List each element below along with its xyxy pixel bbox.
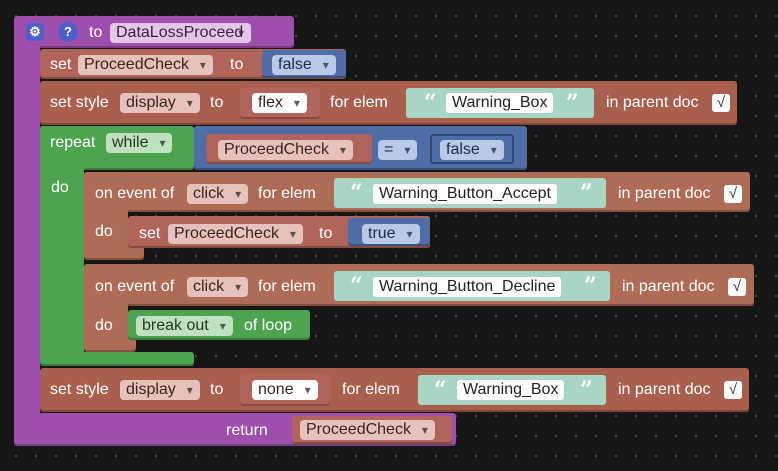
set-style-label: set style	[50, 381, 109, 398]
repeat-while-bottom	[40, 352, 194, 366]
gear-icon[interactable]: ⚙	[26, 23, 44, 41]
repeat-while-spine	[40, 126, 84, 366]
event-in-parent-label: in parent doc	[622, 278, 715, 295]
repeat-do-label: do	[51, 179, 69, 196]
set-to-label: to	[319, 225, 333, 242]
compare-operator-dropdown[interactable]: =	[378, 140, 418, 160]
set-style-label: set style	[50, 94, 109, 111]
return-label: return	[226, 422, 268, 439]
event-type-dropdown-decline[interactable]: click	[187, 277, 249, 297]
style-value-dropdown[interactable]: flex	[252, 93, 307, 113]
text-field-decline[interactable]: Warning_Button_Decline	[373, 277, 562, 297]
of-loop-label: of loop	[244, 317, 293, 334]
on-event-label: on event of	[95, 278, 175, 295]
style-property-dropdown[interactable]: display	[120, 380, 200, 400]
help-icon[interactable]: ?	[58, 22, 78, 42]
for-elem-label: for elem	[342, 381, 400, 398]
quote-open-icon: “	[350, 180, 363, 206]
set-variable-dropdown[interactable]: ProceedCheck	[168, 224, 303, 244]
compare-left-variable-dropdown[interactable]: ProceedCheck	[218, 140, 353, 160]
in-parent-doc-label: in parent doc	[606, 94, 699, 111]
in-parent-doc-label: in parent doc	[618, 381, 711, 398]
event-accept-do-label: do	[95, 223, 113, 240]
in-parent-checkbox[interactable]: √	[712, 94, 730, 112]
set-label: set	[50, 56, 72, 73]
return-variable-dropdown[interactable]: ProceedCheck	[300, 420, 435, 440]
repeat-mode-dropdown[interactable]: while	[106, 133, 173, 153]
style-to-label: to	[210, 94, 224, 111]
event-decline-do-label: do	[95, 317, 113, 334]
set-to-label: to	[230, 56, 244, 73]
event-decline-bottom	[84, 338, 136, 352]
set-variable-dropdown[interactable]: ProceedCheck	[78, 55, 213, 75]
event-accept-checkbox[interactable]: √	[724, 185, 742, 203]
event-for-elem-label: for elem	[258, 278, 316, 295]
style-value-dropdown[interactable]: none	[252, 380, 318, 400]
on-event-label: on event of	[95, 185, 175, 202]
procedure-name-field[interactable]: DataLossProceed	[110, 23, 252, 43]
flow-control-dropdown[interactable]: break out	[136, 316, 233, 336]
quote-close-icon: ”	[580, 377, 593, 403]
event-in-parent-label: in parent doc	[618, 185, 711, 202]
quote-close-icon: ”	[584, 273, 597, 299]
repeat-label: repeat	[50, 134, 96, 151]
quote-open-icon: “	[424, 90, 437, 116]
boolean-dropdown-true[interactable]: true	[362, 224, 420, 244]
set-label: set	[139, 225, 161, 242]
text-field-warning-box[interactable]: Warning_Box	[446, 93, 554, 113]
compare-right-boolean-dropdown[interactable]: false	[440, 140, 504, 160]
in-parent-checkbox[interactable]: √	[724, 381, 742, 399]
style-property-dropdown[interactable]: display	[120, 93, 200, 113]
for-elem-label: for elem	[330, 94, 388, 111]
procedure-prefix: to	[89, 24, 103, 41]
event-type-dropdown-accept[interactable]: click	[187, 184, 249, 204]
quote-close-icon: ”	[580, 180, 593, 206]
style-to-label: to	[210, 381, 224, 398]
boolean-dropdown-false[interactable]: false	[272, 55, 336, 75]
event-decline-checkbox[interactable]: √	[728, 278, 746, 296]
event-accept-bottom	[84, 246, 144, 260]
procedure-block-spine	[14, 40, 40, 446]
quote-open-icon: “	[350, 273, 363, 299]
quote-open-icon: “	[434, 377, 447, 403]
event-for-elem-label: for elem	[258, 185, 316, 202]
quote-close-icon: ”	[566, 90, 579, 116]
text-field-accept[interactable]: Warning_Button_Accept	[373, 184, 557, 204]
text-field-warning-box[interactable]: Warning_Box	[457, 380, 565, 400]
